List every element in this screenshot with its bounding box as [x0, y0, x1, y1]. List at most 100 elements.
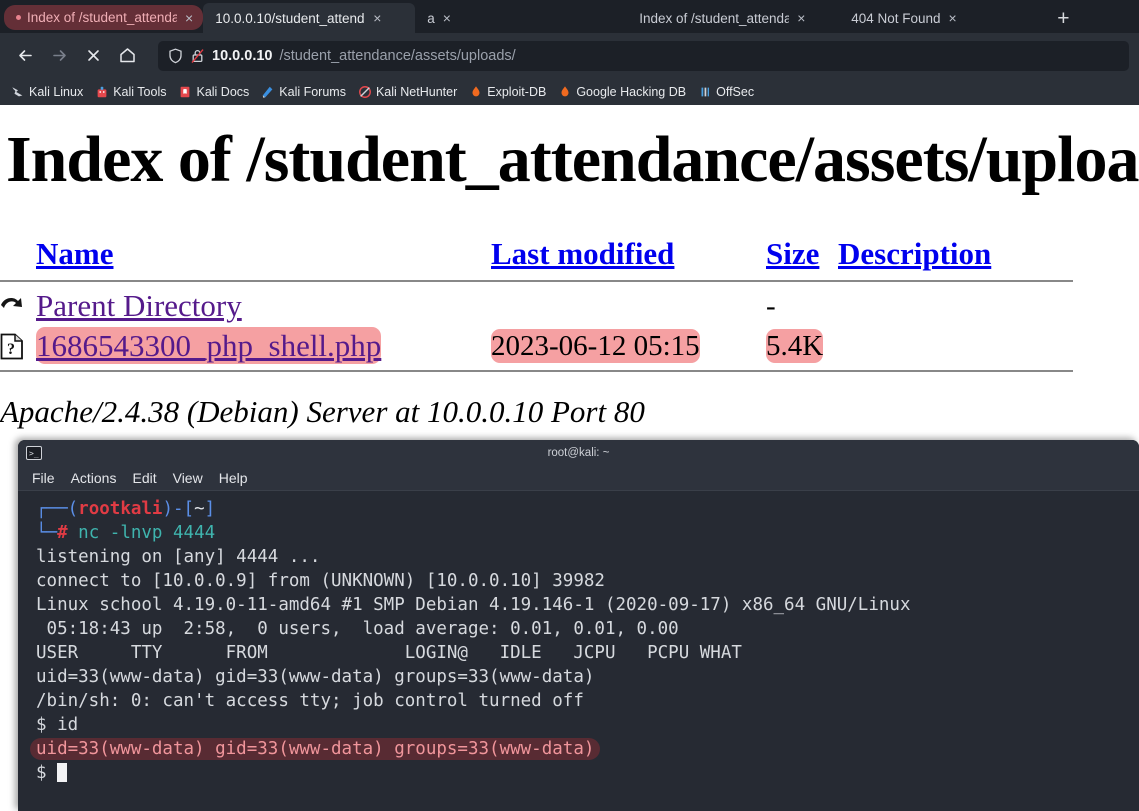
row-size-cell: - [766, 286, 838, 326]
header-description[interactable]: Description [838, 236, 1073, 276]
bookmark-label: Exploit-DB [487, 85, 546, 99]
terminal-line-connect: connect to [10.0.0.9] from (UNKNOWN) [10… [36, 571, 605, 591]
browser-tab-1[interactable]: Index of /student_attendance × [4, 5, 203, 30]
parent-directory-link[interactable]: Parent Directory [36, 288, 242, 323]
terminal-window[interactable]: >_ root@kali: ~ File Actions Edit View H… [18, 440, 1139, 811]
header-name[interactable]: Name [36, 236, 491, 276]
prompt-sigil: # [57, 523, 68, 543]
terminal-cursor [57, 763, 67, 782]
table-bottom-rule [0, 370, 1073, 372]
sort-by-name-link[interactable]: Name [36, 236, 113, 271]
prompt-branch-top: ┌── [36, 499, 68, 519]
menu-view[interactable]: View [165, 468, 211, 488]
sort-by-size-link[interactable]: Size [766, 236, 819, 271]
terminal-line-id-first: uid=33(www-data) gid=33(www-data) groups… [36, 667, 594, 687]
row-icon-cell [0, 286, 36, 326]
row-icon-cell: ? [0, 326, 36, 366]
terminal-output[interactable]: ┌──(root㈟kali)-[~] └─# nc -lnvp 4444 lis… [18, 491, 1139, 785]
menu-help[interactable]: Help [211, 468, 256, 488]
redaction-highlight: 2023-06-12 05:15 [491, 329, 700, 363]
kali-nethunter-icon [358, 85, 372, 99]
header-size[interactable]: Size [766, 236, 838, 276]
sort-by-description-link[interactable]: Description [838, 236, 991, 271]
back-button[interactable] [10, 41, 40, 71]
menu-file[interactable]: File [24, 468, 63, 488]
tab-close-icon[interactable]: × [371, 11, 383, 25]
bookmark-label: Google Hacking DB [576, 85, 686, 99]
bookmark-label: Kali Linux [29, 85, 83, 99]
tab-close-icon[interactable]: × [441, 11, 453, 25]
prompt-path: ~ [194, 499, 205, 519]
table-divider-cell [0, 366, 1073, 376]
table-divider-cell [0, 276, 1073, 286]
terminal-line-who-header: USER TTY FROM LOGIN@ IDLE JCPU PCPU WHAT [36, 643, 742, 663]
bookmarks-bar: Kali Linux Kali Tools Kali Docs Kali For… [0, 78, 1139, 105]
kali-forums-icon [261, 85, 275, 99]
tab-close-icon[interactable]: × [183, 11, 195, 25]
prompt-user: root [78, 499, 120, 519]
bookmark-kali-nethunter[interactable]: Kali NetHunter [353, 83, 462, 101]
bookmark-google-hacking-db[interactable]: Google Hacking DB [553, 83, 691, 101]
terminal-command-id: id [57, 715, 78, 735]
prompt-paren-close: )-[ [162, 499, 194, 519]
bookmark-label: Kali NetHunter [376, 85, 457, 99]
table-row: Parent Directory - [0, 286, 1073, 326]
browser-tab-3[interactable]: a × [415, 3, 627, 33]
bookmark-offsec[interactable]: OffSec [693, 83, 759, 101]
terminal-command-nc: nc -lnvp 4444 [78, 523, 215, 543]
table-divider-row [0, 366, 1073, 376]
row-size-cell: 5.4K [766, 326, 838, 366]
header-last-modified[interactable]: Last modified [491, 236, 766, 276]
shield-icon [168, 48, 183, 64]
navigation-toolbar: 10.0.0.10/student_attendance/assets/uplo… [0, 33, 1139, 78]
browser-window: Index of /student_attendance × 10.0.0.10… [0, 0, 1139, 811]
row-name-cell[interactable]: 1686543300_php_shell.php [36, 326, 491, 366]
terminal-titlebar[interactable]: >_ root@kali: ~ [18, 440, 1139, 466]
tab-title: 404 Not Found [851, 11, 940, 26]
url-path: /student_attendance/assets/uploads/ [279, 48, 515, 64]
table-row: ? 1686543300_php_shell.php 2023-06-12 05… [0, 326, 1073, 366]
terminal-line-id-highlighted: uid=33(www-data) gid=33(www-data) groups… [30, 738, 600, 760]
kali-tools-icon [95, 85, 109, 99]
browser-tab-5[interactable]: 404 Not Found × [839, 3, 1051, 33]
browser-tab-2[interactable]: 10.0.0.10/student_attendance × [203, 3, 415, 33]
menu-actions[interactable]: Actions [63, 468, 125, 488]
exploit-db-icon [469, 85, 483, 99]
row-description-cell [838, 286, 1073, 326]
tab-close-icon[interactable]: × [947, 11, 959, 25]
redaction-highlight: 5.4K [766, 329, 823, 363]
tab-title: Index of /student_attendance [27, 10, 177, 25]
row-name-cell[interactable]: Parent Directory [36, 286, 491, 326]
google-hacking-db-icon [558, 85, 572, 99]
tab-close-icon[interactable]: × [795, 11, 807, 25]
kali-docs-icon [178, 85, 192, 99]
url-bar[interactable]: 10.0.0.10/student_attendance/assets/uplo… [158, 41, 1129, 71]
bookmark-kali-tools[interactable]: Kali Tools [90, 83, 171, 101]
kali-dragon-icon [11, 85, 25, 99]
new-tab-button[interactable]: + [1051, 8, 1075, 33]
home-button[interactable] [112, 41, 142, 71]
terminal-title: root@kali: ~ [18, 447, 1139, 459]
bookmark-kali-linux[interactable]: Kali Linux [6, 83, 88, 101]
prompt-bracket-close: ] [205, 499, 216, 519]
stop-button[interactable] [78, 41, 108, 71]
unknown-file-icon: ? [0, 333, 24, 360]
bookmark-kali-forums[interactable]: Kali Forums [256, 83, 351, 101]
forward-button[interactable] [44, 41, 74, 71]
sort-by-date-link[interactable]: Last modified [491, 236, 674, 271]
file-link-php-shell[interactable]: 1686543300_php_shell.php [36, 328, 381, 363]
tab-title: a [427, 11, 435, 26]
bookmark-exploit-db[interactable]: Exploit-DB [464, 83, 551, 101]
shell-prompt-2: $ [36, 763, 47, 783]
url-host: 10.0.0.10 [212, 48, 272, 64]
bookmark-label: OffSec [716, 85, 754, 99]
bookmark-kali-docs[interactable]: Kali Docs [173, 83, 254, 101]
terminal-line-tty-warning: /bin/sh: 0: can't access tty; job contro… [36, 691, 584, 711]
menu-edit[interactable]: Edit [124, 468, 164, 488]
row-description-cell [838, 326, 1073, 366]
parent-directory-icon [0, 293, 26, 319]
browser-tab-4[interactable]: Index of /student_attendance × [627, 3, 839, 33]
bookmark-label: Kali Forums [279, 85, 346, 99]
tab-strip: Index of /student_attendance × 10.0.0.10… [0, 0, 1139, 33]
page-title: Index of /student_attendance/assets/uplo… [6, 122, 1139, 198]
